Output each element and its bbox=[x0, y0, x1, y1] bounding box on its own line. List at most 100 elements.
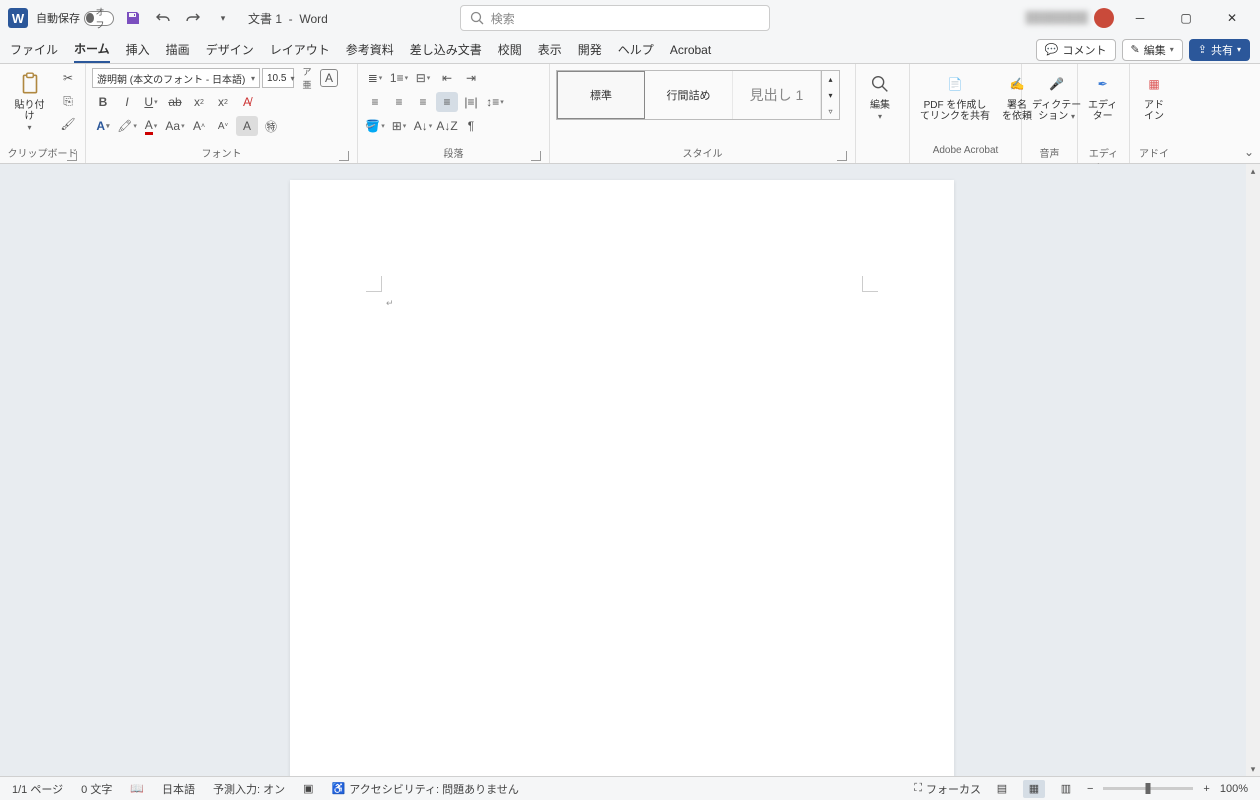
user-avatar[interactable] bbox=[1094, 8, 1114, 28]
styles-more-icon[interactable]: ▿ bbox=[822, 103, 839, 119]
redo-icon[interactable] bbox=[182, 7, 204, 29]
addin-button[interactable]: ▦ アド イン bbox=[1136, 68, 1172, 124]
font-launcher[interactable] bbox=[339, 151, 349, 161]
tab-design[interactable]: デザイン bbox=[206, 37, 254, 62]
superscript-button[interactable]: x2 bbox=[212, 92, 234, 112]
show-marks-icon[interactable]: ¶ bbox=[460, 116, 482, 136]
phonetic-guide-icon[interactable]: ア亜 bbox=[296, 68, 318, 88]
close-icon[interactable]: ✕ bbox=[1212, 4, 1252, 32]
styles-gallery[interactable]: 標準 行間詰め 見出し 1 ▴ ▾ ▿ bbox=[556, 70, 840, 120]
editor-button[interactable]: ✒ エディ ター bbox=[1084, 68, 1121, 124]
undo-icon[interactable] bbox=[152, 7, 174, 29]
tab-insert[interactable]: 挿入 bbox=[126, 37, 150, 62]
page[interactable]: ↵ bbox=[290, 180, 954, 776]
tab-review[interactable]: 校閲 bbox=[498, 37, 522, 62]
sort-icon[interactable]: A↓▾ bbox=[412, 116, 434, 136]
tab-file[interactable]: ファイル bbox=[10, 37, 58, 62]
scroll-up-icon[interactable]: ▴ bbox=[1246, 164, 1260, 178]
underline-button[interactable]: U▾ bbox=[140, 92, 162, 112]
comments-button[interactable]: 💬 コメント bbox=[1036, 39, 1116, 61]
search-input[interactable]: 検索 bbox=[460, 5, 770, 31]
bold-button[interactable]: B bbox=[92, 92, 114, 112]
user-name[interactable]: ████████ bbox=[1026, 12, 1088, 24]
language-status[interactable]: 日本語 bbox=[162, 781, 195, 797]
tab-layout[interactable]: レイアウト bbox=[270, 37, 330, 62]
zoom-level[interactable]: 100% bbox=[1220, 783, 1248, 795]
focus-mode-button[interactable]: ⛶ フォーカス bbox=[914, 781, 981, 797]
font-size-select[interactable]: 10.5▾ bbox=[262, 68, 294, 88]
predictive-input[interactable]: 予測入力: オン bbox=[213, 781, 285, 797]
save-icon[interactable] bbox=[122, 7, 144, 29]
spellcheck-icon[interactable]: 📖 bbox=[130, 782, 144, 795]
subscript-button[interactable]: x2 bbox=[188, 92, 210, 112]
highlight-icon[interactable]: 🖍▾ bbox=[116, 116, 138, 136]
read-mode-icon[interactable]: ▤ bbox=[991, 780, 1013, 798]
sort-asc-icon[interactable]: A↓Z bbox=[436, 116, 458, 136]
zoom-slider[interactable] bbox=[1103, 787, 1193, 790]
tab-developer[interactable]: 開発 bbox=[578, 37, 602, 62]
grow-font-icon[interactable]: A˄ bbox=[188, 116, 210, 136]
line-spacing-icon[interactable]: ↕≡▾ bbox=[484, 92, 506, 112]
collapse-ribbon-icon[interactable]: ⌄ bbox=[1244, 145, 1254, 159]
font-name-select[interactable]: 游明朝 (本文のフォント - 日本語)▾ bbox=[92, 68, 260, 88]
macro-icon[interactable]: ▣ bbox=[303, 782, 313, 795]
numbering-icon[interactable]: 1≡▾ bbox=[388, 68, 410, 88]
tab-references[interactable]: 参考資料 bbox=[346, 37, 394, 62]
format-painter-icon[interactable]: 🖌 bbox=[57, 114, 79, 134]
strikethrough-button[interactable]: ab bbox=[164, 92, 186, 112]
shrink-font-icon[interactable]: A˅ bbox=[212, 116, 234, 136]
minimize-icon[interactable]: ─ bbox=[1120, 4, 1160, 32]
word-count[interactable]: 0 文字 bbox=[81, 781, 112, 797]
share-button[interactable]: ⇪ 共有 ▾ bbox=[1189, 39, 1250, 61]
accessibility-status[interactable]: ♿ アクセシビリティ: 問題ありません bbox=[332, 781, 519, 797]
align-right-icon[interactable]: ≡ bbox=[412, 92, 434, 112]
style-no-spacing[interactable]: 行間詰め bbox=[645, 71, 733, 119]
tab-mailings[interactable]: 差し込み文書 bbox=[410, 37, 482, 62]
scroll-down-icon[interactable]: ▾ bbox=[1246, 762, 1260, 776]
style-normal[interactable]: 標準 bbox=[557, 71, 645, 119]
clipboard-launcher[interactable] bbox=[67, 151, 77, 161]
align-left-icon[interactable]: ≡ bbox=[364, 92, 386, 112]
char-border-icon[interactable]: A bbox=[320, 69, 338, 87]
change-case-icon[interactable]: Aa▾ bbox=[164, 116, 186, 136]
bullets-icon[interactable]: ≣▾ bbox=[364, 68, 386, 88]
autosave-toggle[interactable]: 自動保存 オフ bbox=[36, 10, 114, 26]
tab-draw[interactable]: 描画 bbox=[166, 37, 190, 62]
styles-down-icon[interactable]: ▾ bbox=[822, 87, 839, 103]
clear-format-icon[interactable]: A̸ bbox=[236, 92, 258, 112]
maximize-icon[interactable]: ▢ bbox=[1166, 4, 1206, 32]
shading-icon[interactable]: 🪣▾ bbox=[364, 116, 386, 136]
tab-acrobat[interactable]: Acrobat bbox=[670, 39, 711, 61]
styles-up-icon[interactable]: ▴ bbox=[822, 71, 839, 87]
paragraph-launcher[interactable] bbox=[531, 151, 541, 161]
zoom-in-button[interactable]: + bbox=[1203, 783, 1209, 795]
font-color-icon[interactable]: A▾ bbox=[140, 116, 162, 136]
text-effects-icon[interactable]: A▾ bbox=[92, 116, 114, 136]
styles-launcher[interactable] bbox=[837, 151, 847, 161]
dictate-button[interactable]: 🎤 ディクテー ション ▾ bbox=[1028, 68, 1085, 124]
tab-home[interactable]: ホーム bbox=[74, 36, 110, 63]
qat-more-icon[interactable]: ▾ bbox=[212, 7, 234, 29]
paste-button[interactable]: 貼り付け▾ bbox=[6, 68, 53, 135]
align-center-icon[interactable]: ≡ bbox=[388, 92, 410, 112]
enclose-char-icon[interactable]: ㊕ bbox=[260, 116, 282, 136]
char-shading-icon[interactable]: A bbox=[236, 116, 258, 136]
tab-view[interactable]: 表示 bbox=[538, 37, 562, 62]
borders-icon[interactable]: ⊞▾ bbox=[388, 116, 410, 136]
cut-icon[interactable]: ✂ bbox=[57, 68, 79, 88]
vertical-scrollbar[interactable]: ▴ ▾ bbox=[1246, 164, 1260, 776]
editing-button[interactable]: 編集▾ bbox=[862, 68, 898, 124]
page-count[interactable]: 1/1 ページ bbox=[12, 781, 63, 797]
distributed-icon[interactable]: |≡| bbox=[460, 92, 482, 112]
italic-button[interactable]: I bbox=[116, 92, 138, 112]
style-heading1[interactable]: 見出し 1 bbox=[733, 71, 821, 119]
increase-indent-icon[interactable]: ⇥ bbox=[460, 68, 482, 88]
create-pdf-button[interactable]: 📄 PDF を作成し てリンクを共有 bbox=[916, 68, 994, 124]
multilevel-icon[interactable]: ⊟▾ bbox=[412, 68, 434, 88]
editing-mode-button[interactable]: ✎ 編集 ▾ bbox=[1122, 39, 1183, 61]
justify-icon[interactable]: ≡ bbox=[436, 92, 458, 112]
copy-icon[interactable]: ⎘ bbox=[57, 91, 79, 111]
decrease-indent-icon[interactable]: ⇤ bbox=[436, 68, 458, 88]
print-layout-icon[interactable]: ▦ bbox=[1023, 780, 1045, 798]
web-layout-icon[interactable]: ▥ bbox=[1055, 780, 1077, 798]
